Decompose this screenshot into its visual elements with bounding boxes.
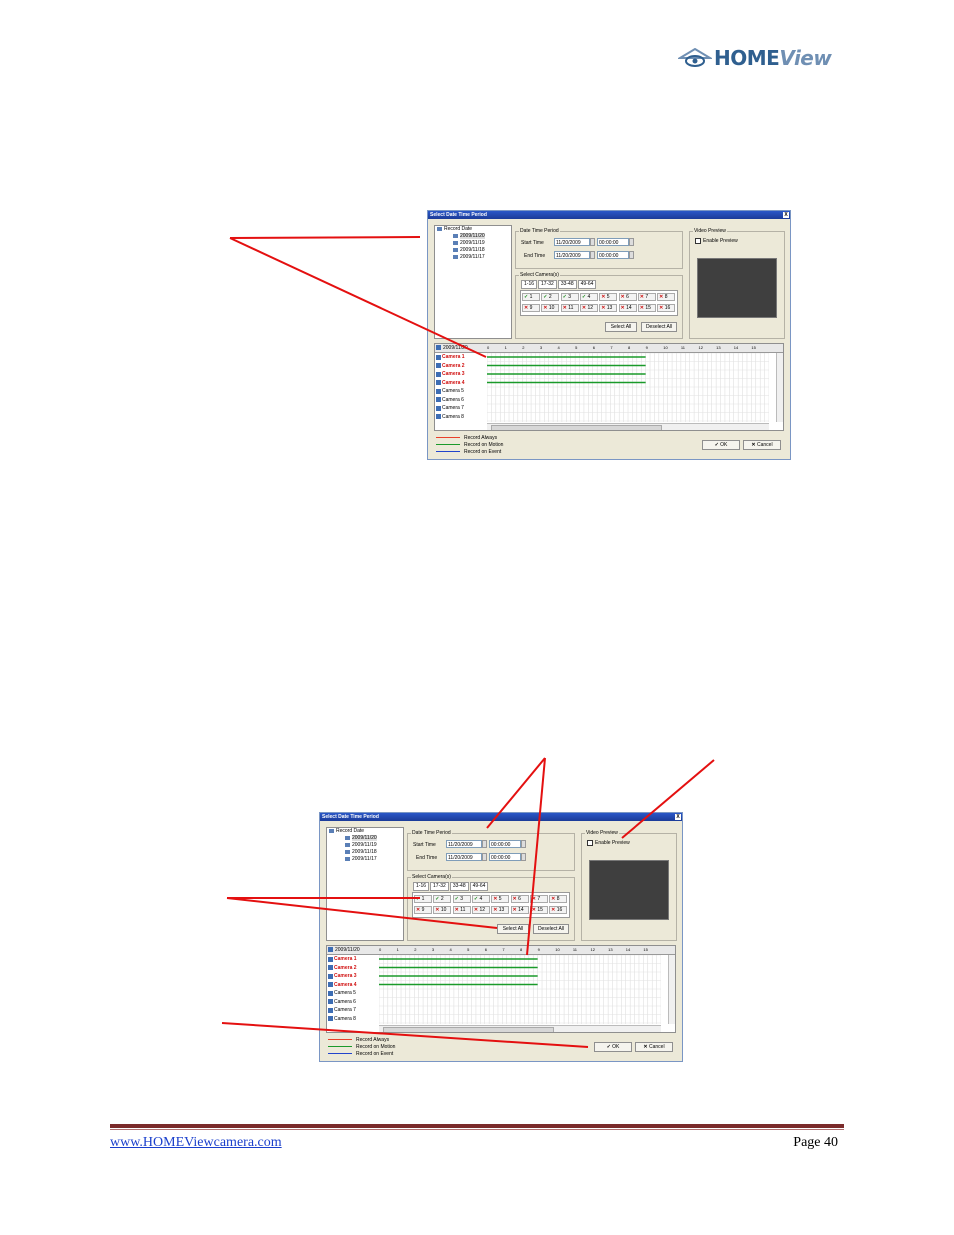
footer-rule-thin — [110, 1129, 844, 1130]
page-number: Page 40 — [793, 1135, 838, 1150]
annotation-arrows — [221, 236, 715, 1048]
footer-rule — [110, 1124, 844, 1128]
website-link[interactable]: www.HOMEViewcamera.com — [110, 1135, 282, 1151]
